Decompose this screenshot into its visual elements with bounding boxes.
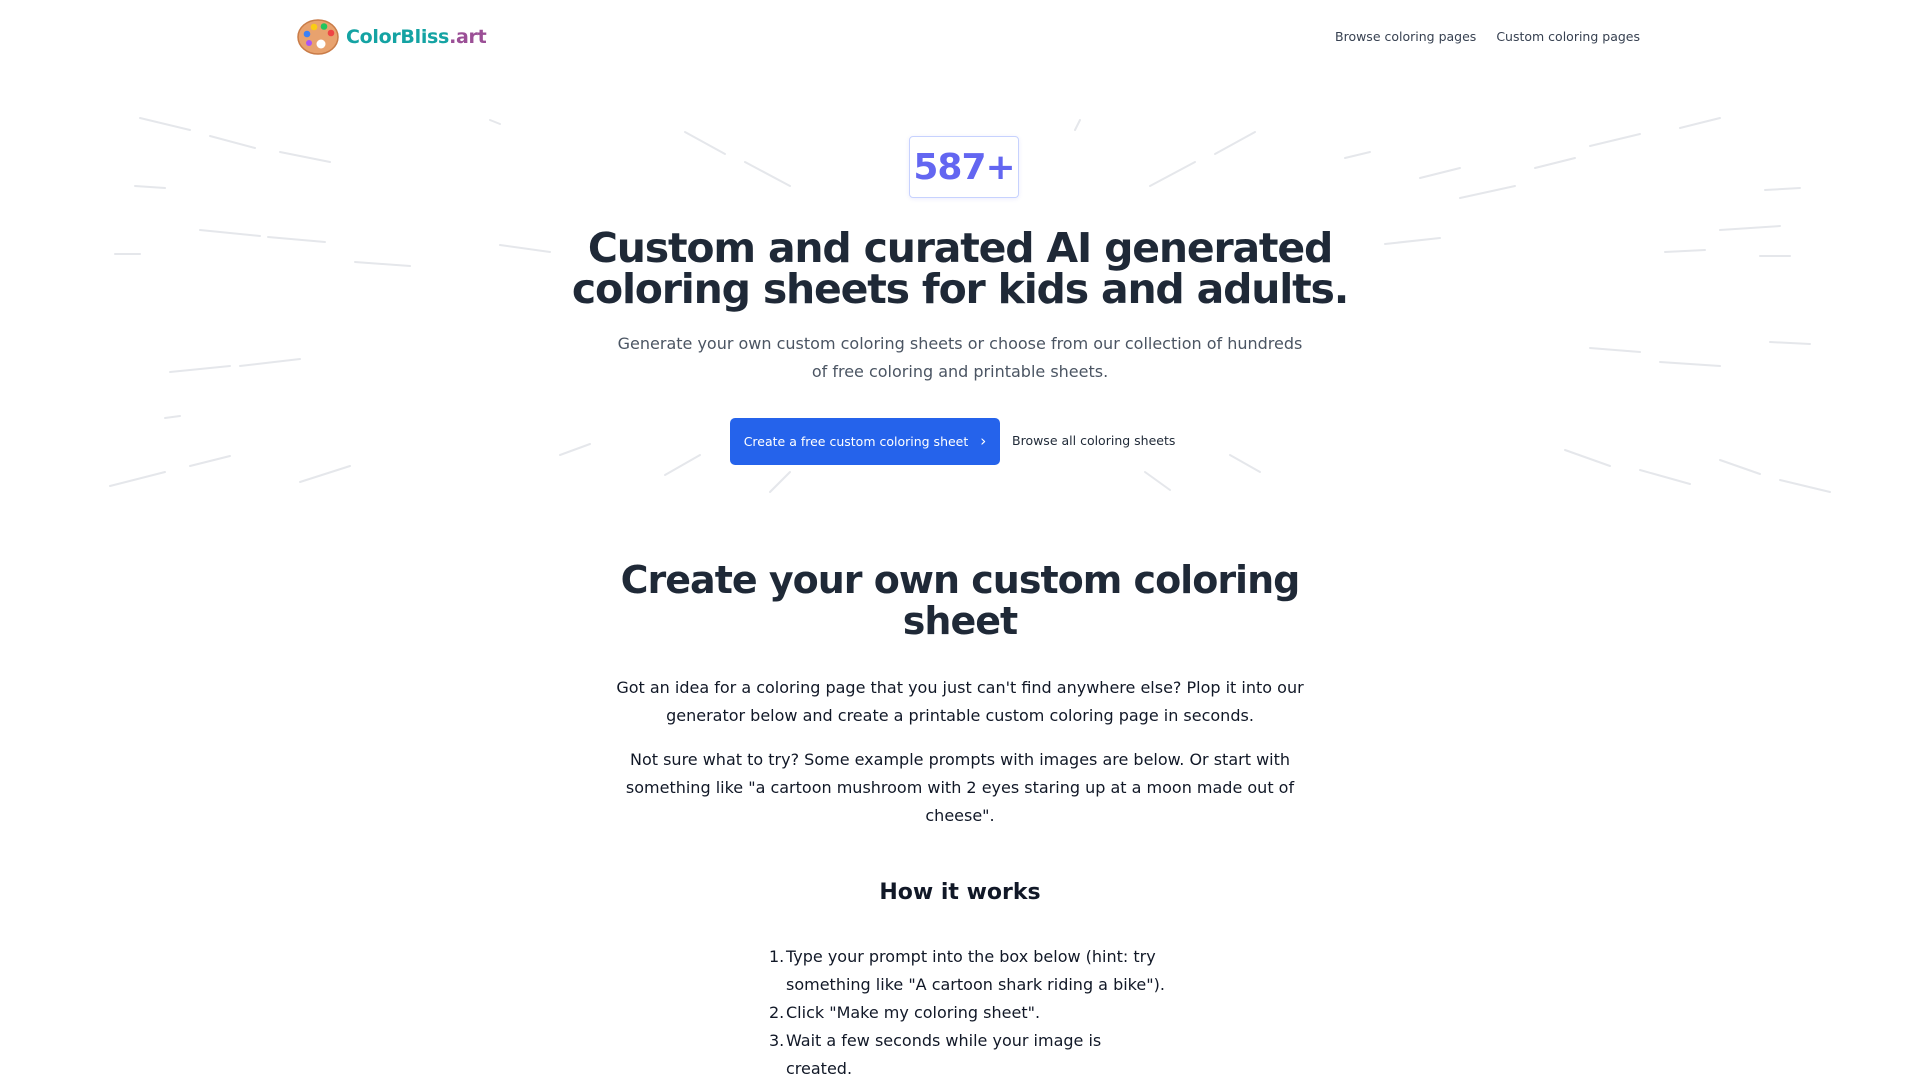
step-number: 2.: [769, 1003, 785, 1022]
paint-palette-icon: [297, 19, 339, 55]
site-header: ColorBliss.art Browse coloring pages Cus…: [0, 0, 1920, 72]
create-custom-sheet-button[interactable]: Create a free custom coloring sheet ›: [730, 418, 1000, 465]
create-custom-sheet-label: Create a free custom coloring sheet: [743, 434, 969, 449]
logo-tld: .art: [449, 26, 487, 48]
nav-browse-coloring-pages[interactable]: Browse coloring pages: [1335, 29, 1476, 44]
example-prompts-paragraph: Not sure what to try? Some example promp…: [625, 750, 1295, 825]
step-item: 1. Type your prompt into the box below (h…: [769, 943, 1166, 999]
how-it-works-title: How it works: [879, 880, 1041, 905]
step-text: Click "Make my coloring sheet".: [786, 1003, 1041, 1022]
chevron-right-icon: ›: [980, 432, 987, 450]
how-it-works-steps: 1. Type your prompt into the box below (h…: [769, 943, 1166, 1083]
step-number: 3.: [769, 1031, 785, 1050]
hero-subtitle: Generate your own custom coloring sheets…: [617, 334, 1303, 381]
top-nav: Browse coloring pages Custom coloring pa…: [1335, 29, 1640, 44]
logo-wordmark: ColorBliss.art: [346, 26, 487, 48]
create-intro-paragraph: Got an idea for a coloring page that you…: [616, 678, 1304, 725]
step-item: 2. Click "Make my coloring sheet".: [769, 999, 1166, 1027]
logo-brand: ColorBliss: [346, 26, 450, 48]
nav-custom-coloring-pages[interactable]: Custom coloring pages: [1496, 29, 1640, 44]
step-number: 1.: [769, 947, 785, 966]
hero-title: Custom and curated AI generated coloring…: [571, 224, 1349, 313]
step-item: 3. Wait a few seconds while your image is…: [769, 1027, 1166, 1083]
browse-all-sheets-link[interactable]: Browse all coloring sheets: [1012, 433, 1175, 448]
coloring-sheet-count-badge: 587+: [909, 136, 1019, 198]
coloring-sheet-count: 587+: [913, 146, 1015, 188]
create-section-title: Create your own custom coloring sheet: [620, 558, 1301, 643]
logo-link[interactable]: ColorBliss.art: [297, 18, 487, 56]
step-text: Wait a few seconds while your image is c…: [786, 1031, 1102, 1078]
step-text: Type your prompt into the box below (hin…: [786, 947, 1165, 994]
